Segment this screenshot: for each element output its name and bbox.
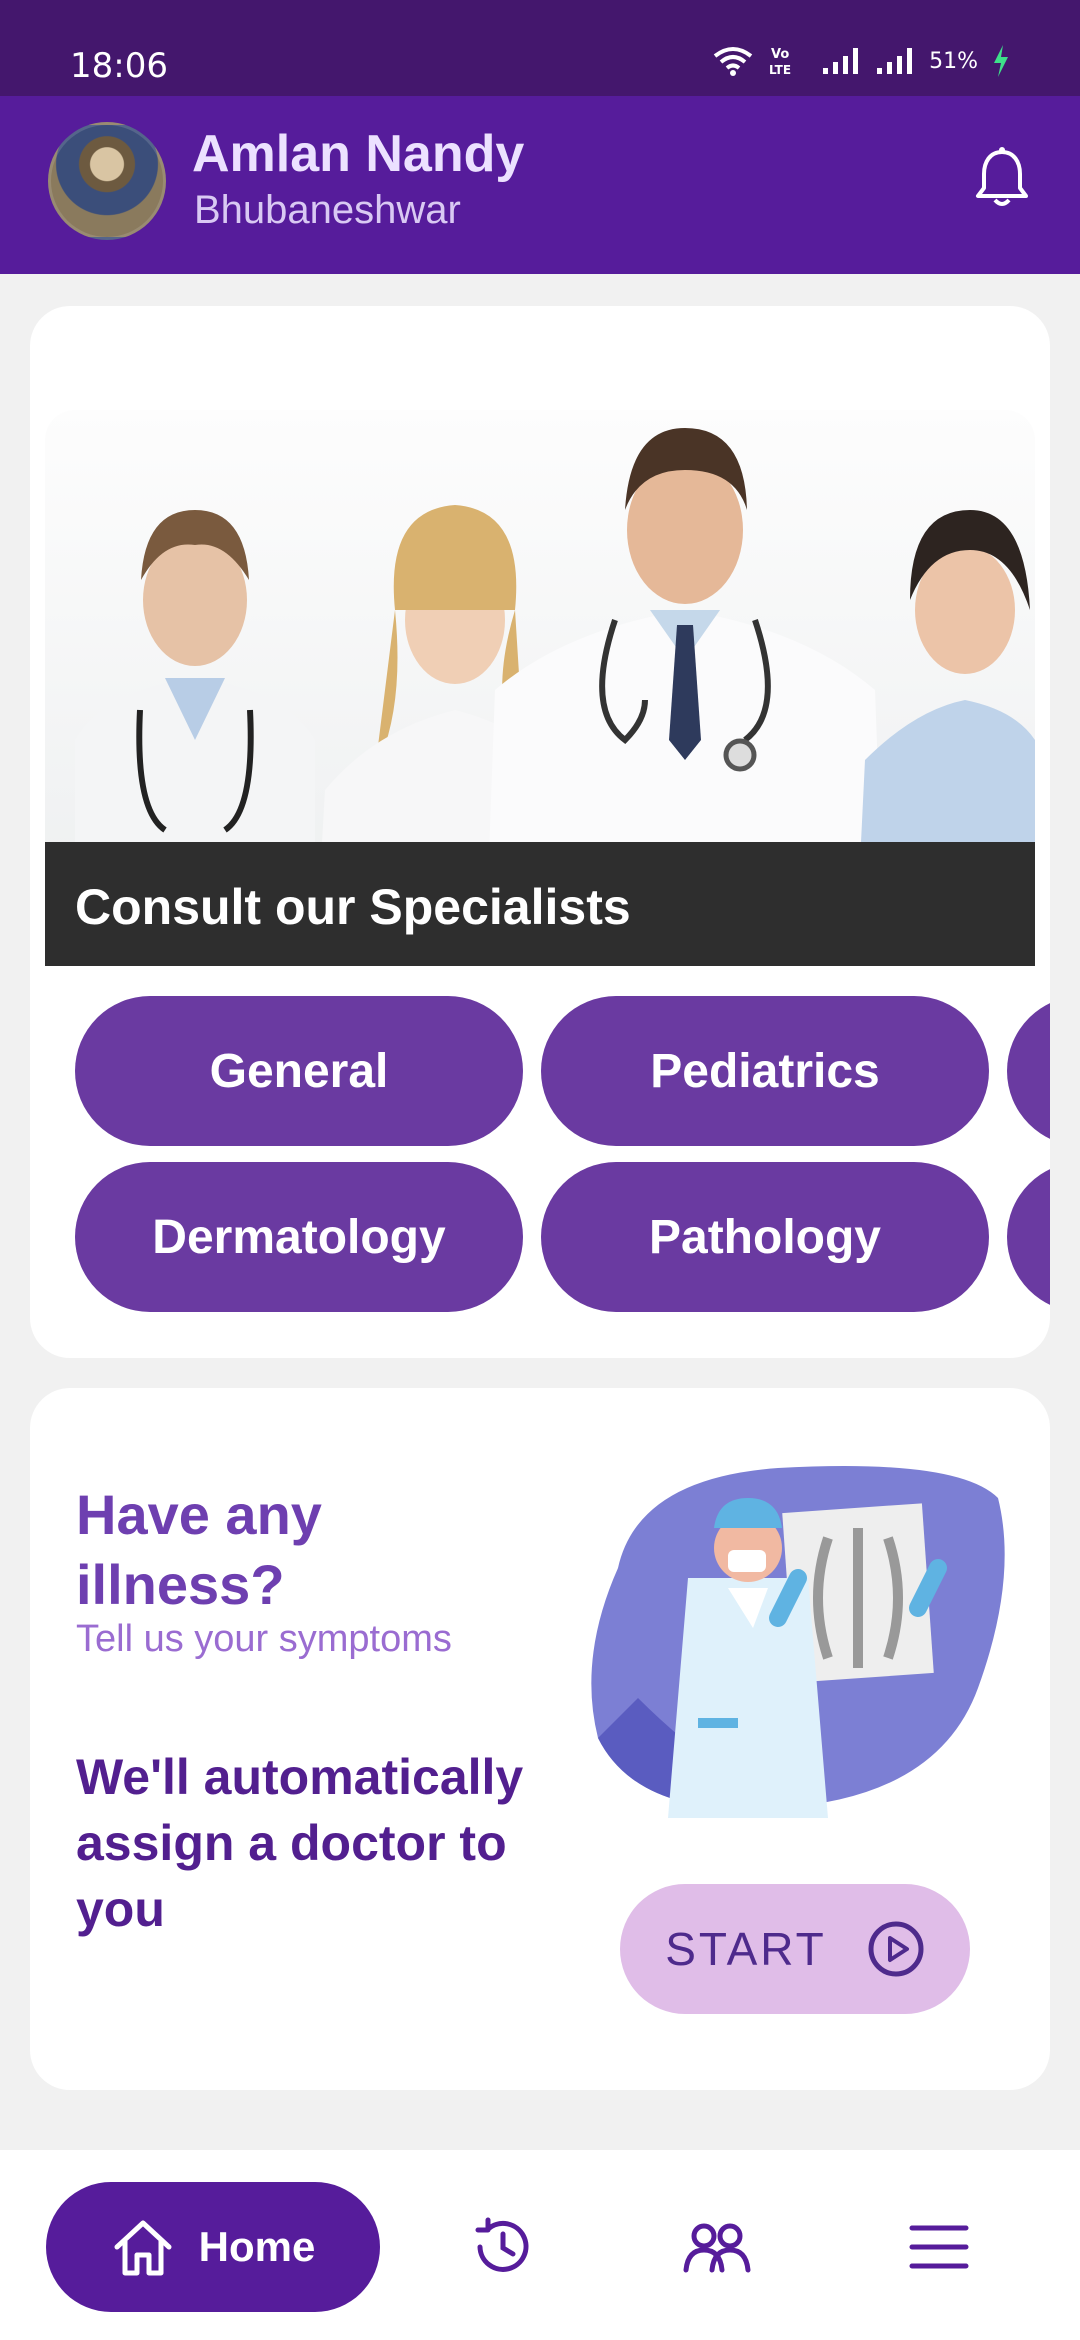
avatar[interactable] bbox=[48, 122, 166, 240]
nav-home[interactable]: Home bbox=[46, 2182, 380, 2312]
svg-text:Vo: Vo bbox=[771, 47, 789, 62]
symptoms-card: Have any illness? Tell us your symptoms … bbox=[30, 1388, 1050, 2090]
status-time: 18:06 bbox=[70, 46, 168, 86]
banner-caption: Consult our Specialists bbox=[45, 842, 1035, 966]
chip-general[interactable]: General bbox=[75, 996, 523, 1146]
battery-level: 51% bbox=[929, 48, 978, 74]
play-icon bbox=[868, 1921, 924, 1977]
menu-icon[interactable] bbox=[904, 2212, 974, 2282]
chip-pediatrics[interactable]: Pediatrics bbox=[541, 996, 989, 1146]
status-icons: Vo LTE 51% bbox=[713, 44, 1010, 78]
illness-title: Have any illness? bbox=[76, 1483, 322, 1616]
chip-more[interactable] bbox=[1007, 996, 1050, 1146]
svg-text:LTE: LTE bbox=[769, 63, 791, 77]
signal-icon bbox=[823, 48, 859, 74]
chip-dermatology[interactable]: Dermatology bbox=[75, 1162, 523, 1312]
user-city: Bhubaneshwar bbox=[194, 188, 461, 232]
doctor-xray-illustration bbox=[591, 1466, 1005, 1818]
nav-home-label: Home bbox=[198, 2223, 316, 2270]
status-bar: 18:06 Vo LTE 51% bbox=[0, 0, 1080, 96]
chip-pathology[interactable]: Pathology bbox=[541, 1162, 989, 1312]
illness-subtitle: Tell us your symptoms bbox=[76, 1618, 452, 1660]
signal-icon bbox=[877, 48, 913, 74]
volte-icon: Vo LTE bbox=[769, 47, 791, 77]
bottom-nav: Home bbox=[0, 2150, 1080, 2340]
home-icon bbox=[114, 2220, 172, 2276]
start-button[interactable]: START bbox=[620, 1884, 970, 2014]
wifi-icon bbox=[713, 47, 753, 76]
people-icon[interactable] bbox=[682, 2212, 752, 2282]
user-name: Amlan Nandy bbox=[192, 125, 525, 183]
history-icon[interactable] bbox=[468, 2212, 538, 2282]
app-header: Amlan Nandy Bhubaneshwar bbox=[0, 96, 1080, 274]
specialists-card: Consult our Specialists General Pediatri… bbox=[30, 306, 1050, 1358]
chip-more[interactable] bbox=[1007, 1162, 1050, 1312]
start-label: START bbox=[665, 1923, 827, 1975]
charging-icon bbox=[994, 45, 1008, 77]
bell-icon[interactable] bbox=[972, 146, 1032, 210]
specialty-chips: General Pediatrics Dermatology Pathology bbox=[75, 996, 1050, 1316]
specialists-banner[interactable]: Consult our Specialists bbox=[45, 410, 1035, 966]
assign-text: We'll automatically assign a doctor to y… bbox=[76, 1749, 524, 1937]
